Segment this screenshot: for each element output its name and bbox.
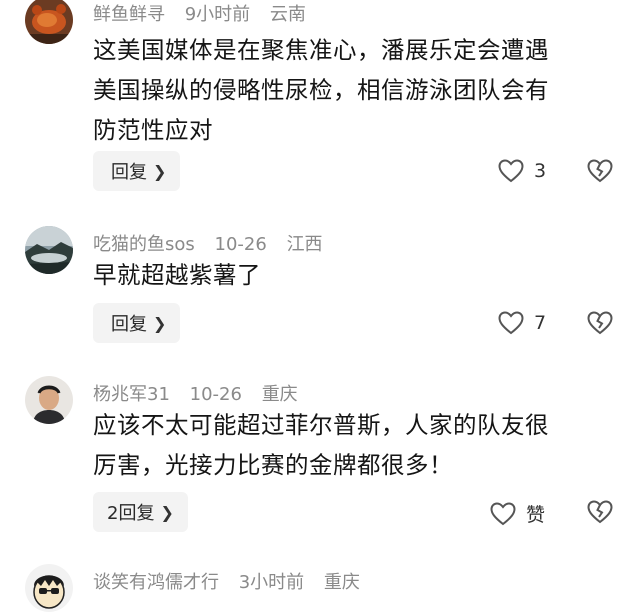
username[interactable]: 鲜鱼鲜寻 xyxy=(93,4,165,25)
location: 重庆 xyxy=(323,572,360,593)
comment-meta: 杨兆军31 10-26 重庆 xyxy=(93,380,312,406)
broken-heart-icon xyxy=(587,159,613,183)
reply-label: 2回复 xyxy=(107,503,155,524)
comment-line: 应该不太可能超过菲尔普斯，人家的队友很 xyxy=(93,411,549,439)
dislike-button[interactable] xyxy=(587,158,613,184)
username[interactable]: 吃猫的鱼sos xyxy=(93,234,195,255)
like-button[interactable]: 7 xyxy=(498,311,546,335)
comment-text: 早就超越紫薯了 xyxy=(93,255,613,295)
like-count: 赞 xyxy=(526,504,546,526)
chevron-right-icon: ❯ xyxy=(153,313,167,333)
reply-label: 回复 xyxy=(111,162,147,183)
comment-line: 厉害，光接力比赛的金牌都很多！ xyxy=(93,451,453,479)
comment-meta: 谈笑有鸿儒才行 3小时前 重庆 xyxy=(93,568,374,594)
comment-text: 应该不太可能超过菲尔普斯，人家的队友很 厉害，光接力比赛的金牌都很多！ xyxy=(93,405,613,485)
comment-line: 这美国媒体是在聚焦准心，潘展乐定会遭遇 xyxy=(93,36,549,64)
chevron-right-icon: ❯ xyxy=(160,502,174,522)
username[interactable]: 杨兆军31 xyxy=(93,384,170,405)
location: 江西 xyxy=(286,234,323,255)
reply-button[interactable]: 回复 ❯ xyxy=(93,303,181,343)
timestamp: 3小时前 xyxy=(238,572,305,593)
broken-heart-icon xyxy=(587,500,613,524)
chevron-right-icon: ❯ xyxy=(153,161,167,181)
timestamp: 9小时前 xyxy=(184,4,251,25)
reply-label: 回复 xyxy=(111,314,147,335)
heart-icon xyxy=(498,311,524,335)
comment-meta: 鲜鱼鲜寻 9小时前 云南 xyxy=(93,0,320,26)
timestamp: 10-26 xyxy=(214,234,267,255)
username[interactable]: 谈笑有鸿儒才行 xyxy=(93,572,219,593)
like-button[interactable]: 3 xyxy=(498,159,546,183)
reply-button[interactable]: 回复 ❯ xyxy=(93,151,181,191)
location: 重庆 xyxy=(261,384,298,405)
timestamp: 10-26 xyxy=(189,384,242,405)
reply-button[interactable]: 2回复 ❯ xyxy=(93,492,188,532)
dislike-button[interactable] xyxy=(587,499,613,525)
comment-line: 美国操纵的侵略性尿检，相信游泳团队会有 xyxy=(93,76,549,104)
like-count: 7 xyxy=(534,312,547,334)
cartoon-avatar-icon[interactable] xyxy=(25,564,73,612)
comment-line: 防范性应对 xyxy=(93,116,213,144)
crab-avatar-icon[interactable] xyxy=(25,0,73,44)
heart-icon xyxy=(498,159,524,183)
heart-icon xyxy=(490,501,516,525)
like-count: 3 xyxy=(534,160,547,182)
man-portrait-avatar-icon[interactable] xyxy=(25,376,73,424)
dislike-button[interactable] xyxy=(587,310,613,336)
like-button[interactable]: 赞 xyxy=(490,500,545,527)
comment-meta: 吃猫的鱼sos 10-26 江西 xyxy=(93,230,337,256)
landscape-avatar-icon[interactable] xyxy=(25,226,73,274)
comment-text: 这美国媒体是在聚焦准心，潘展乐定会遭遇 美国操纵的侵略性尿检，相信游泳团队会有 … xyxy=(93,30,613,150)
location: 云南 xyxy=(269,4,306,25)
comment-line: 早就超越紫薯了 xyxy=(93,261,261,289)
broken-heart-icon xyxy=(587,311,613,335)
